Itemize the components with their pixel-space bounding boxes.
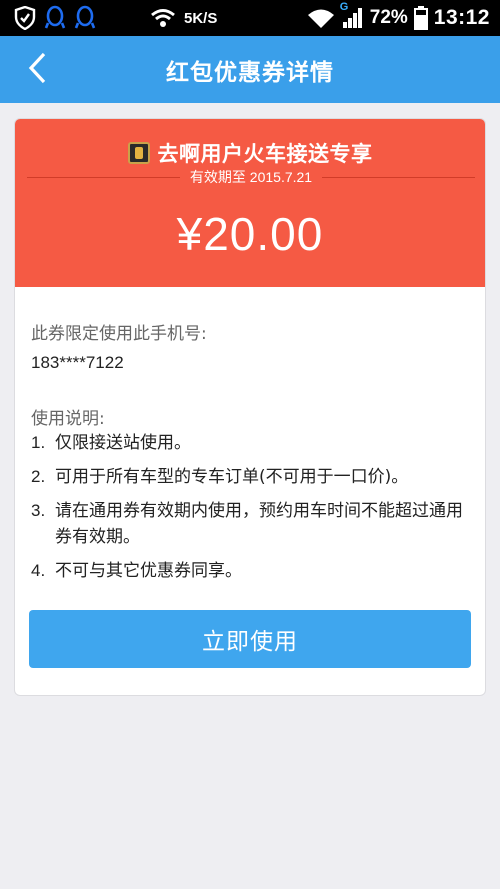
rule-number: 3.: [31, 501, 46, 520]
use-now-button[interactable]: 立即使用: [29, 610, 471, 668]
instructions-label: 使用说明:: [31, 409, 105, 429]
coupon-header: 去啊用户火车接送专享 有效期至 2015.7.21 ¥20.00: [15, 119, 485, 287]
clock: 13:12: [433, 6, 490, 29]
divider-right: [322, 176, 476, 178]
shield-icon: [14, 6, 36, 30]
rule-text: 仅限接送站使用。: [55, 433, 191, 453]
rule-number: 2.: [31, 467, 46, 486]
scalloped-edge: [15, 282, 485, 292]
coupon-title: 去啊用户火车接送专享: [157, 142, 373, 166]
qq-icon: [44, 5, 66, 31]
rule-number: 1.: [31, 433, 46, 452]
back-button[interactable]: [16, 36, 60, 103]
rule-item: 1. 仅限接送站使用。: [31, 430, 471, 456]
network-speed: 5K/S: [184, 9, 218, 27]
rule-item: 4. 不可与其它优惠券同享。: [31, 558, 471, 584]
rule-text: 请在通用券有效期内使用，预约用车时间不能超过通用券有效期。: [55, 501, 463, 547]
page-title: 红包优惠券详情: [166, 59, 334, 86]
rules-list: 1. 仅限接送站使用。 2. 可用于所有车型的专车订单(不可用于一口价)。 3.…: [31, 430, 471, 592]
phone-number: 183****7122: [31, 353, 124, 372]
cell-signal-icon: G: [340, 1, 364, 29]
merchant-badge-icon: [127, 142, 150, 164]
divider-left: [27, 176, 180, 178]
rule-text: 不可与其它优惠券同享。: [55, 561, 242, 581]
rule-text: 可用于所有车型的专车订单(不可用于一口价)。: [55, 467, 409, 487]
qq-icon-2: [74, 5, 96, 31]
chevron-left-icon: [28, 52, 48, 88]
wifi-icon: [150, 8, 176, 28]
validity-date: 有效期至 2015.7.21: [189, 169, 313, 185]
rule-item: 2. 可用于所有车型的专车订单(不可用于一口价)。: [31, 464, 471, 490]
phone-label: 此券限定使用此手机号:: [31, 324, 207, 344]
battery-icon: [413, 6, 428, 30]
battery-percent: 72%: [369, 7, 408, 28]
validity-row: 有效期至 2015.7.21: [27, 167, 476, 187]
app-bar: 红包优惠券详情: [0, 36, 500, 103]
wifi-signal-icon: [306, 7, 336, 29]
status-bar: 5K/S G 72% 13:12: [0, 0, 500, 36]
coupon-amount: ¥20.00: [176, 208, 324, 260]
rule-number: 4.: [31, 561, 46, 580]
rule-item: 3. 请在通用券有效期内使用，预约用车时间不能超过通用券有效期。: [31, 498, 471, 550]
coupon-card: 去啊用户火车接送专享 有效期至 2015.7.21 ¥20.00 此券限定使用此…: [14, 118, 486, 696]
signal-label: G: [339, 1, 349, 13]
